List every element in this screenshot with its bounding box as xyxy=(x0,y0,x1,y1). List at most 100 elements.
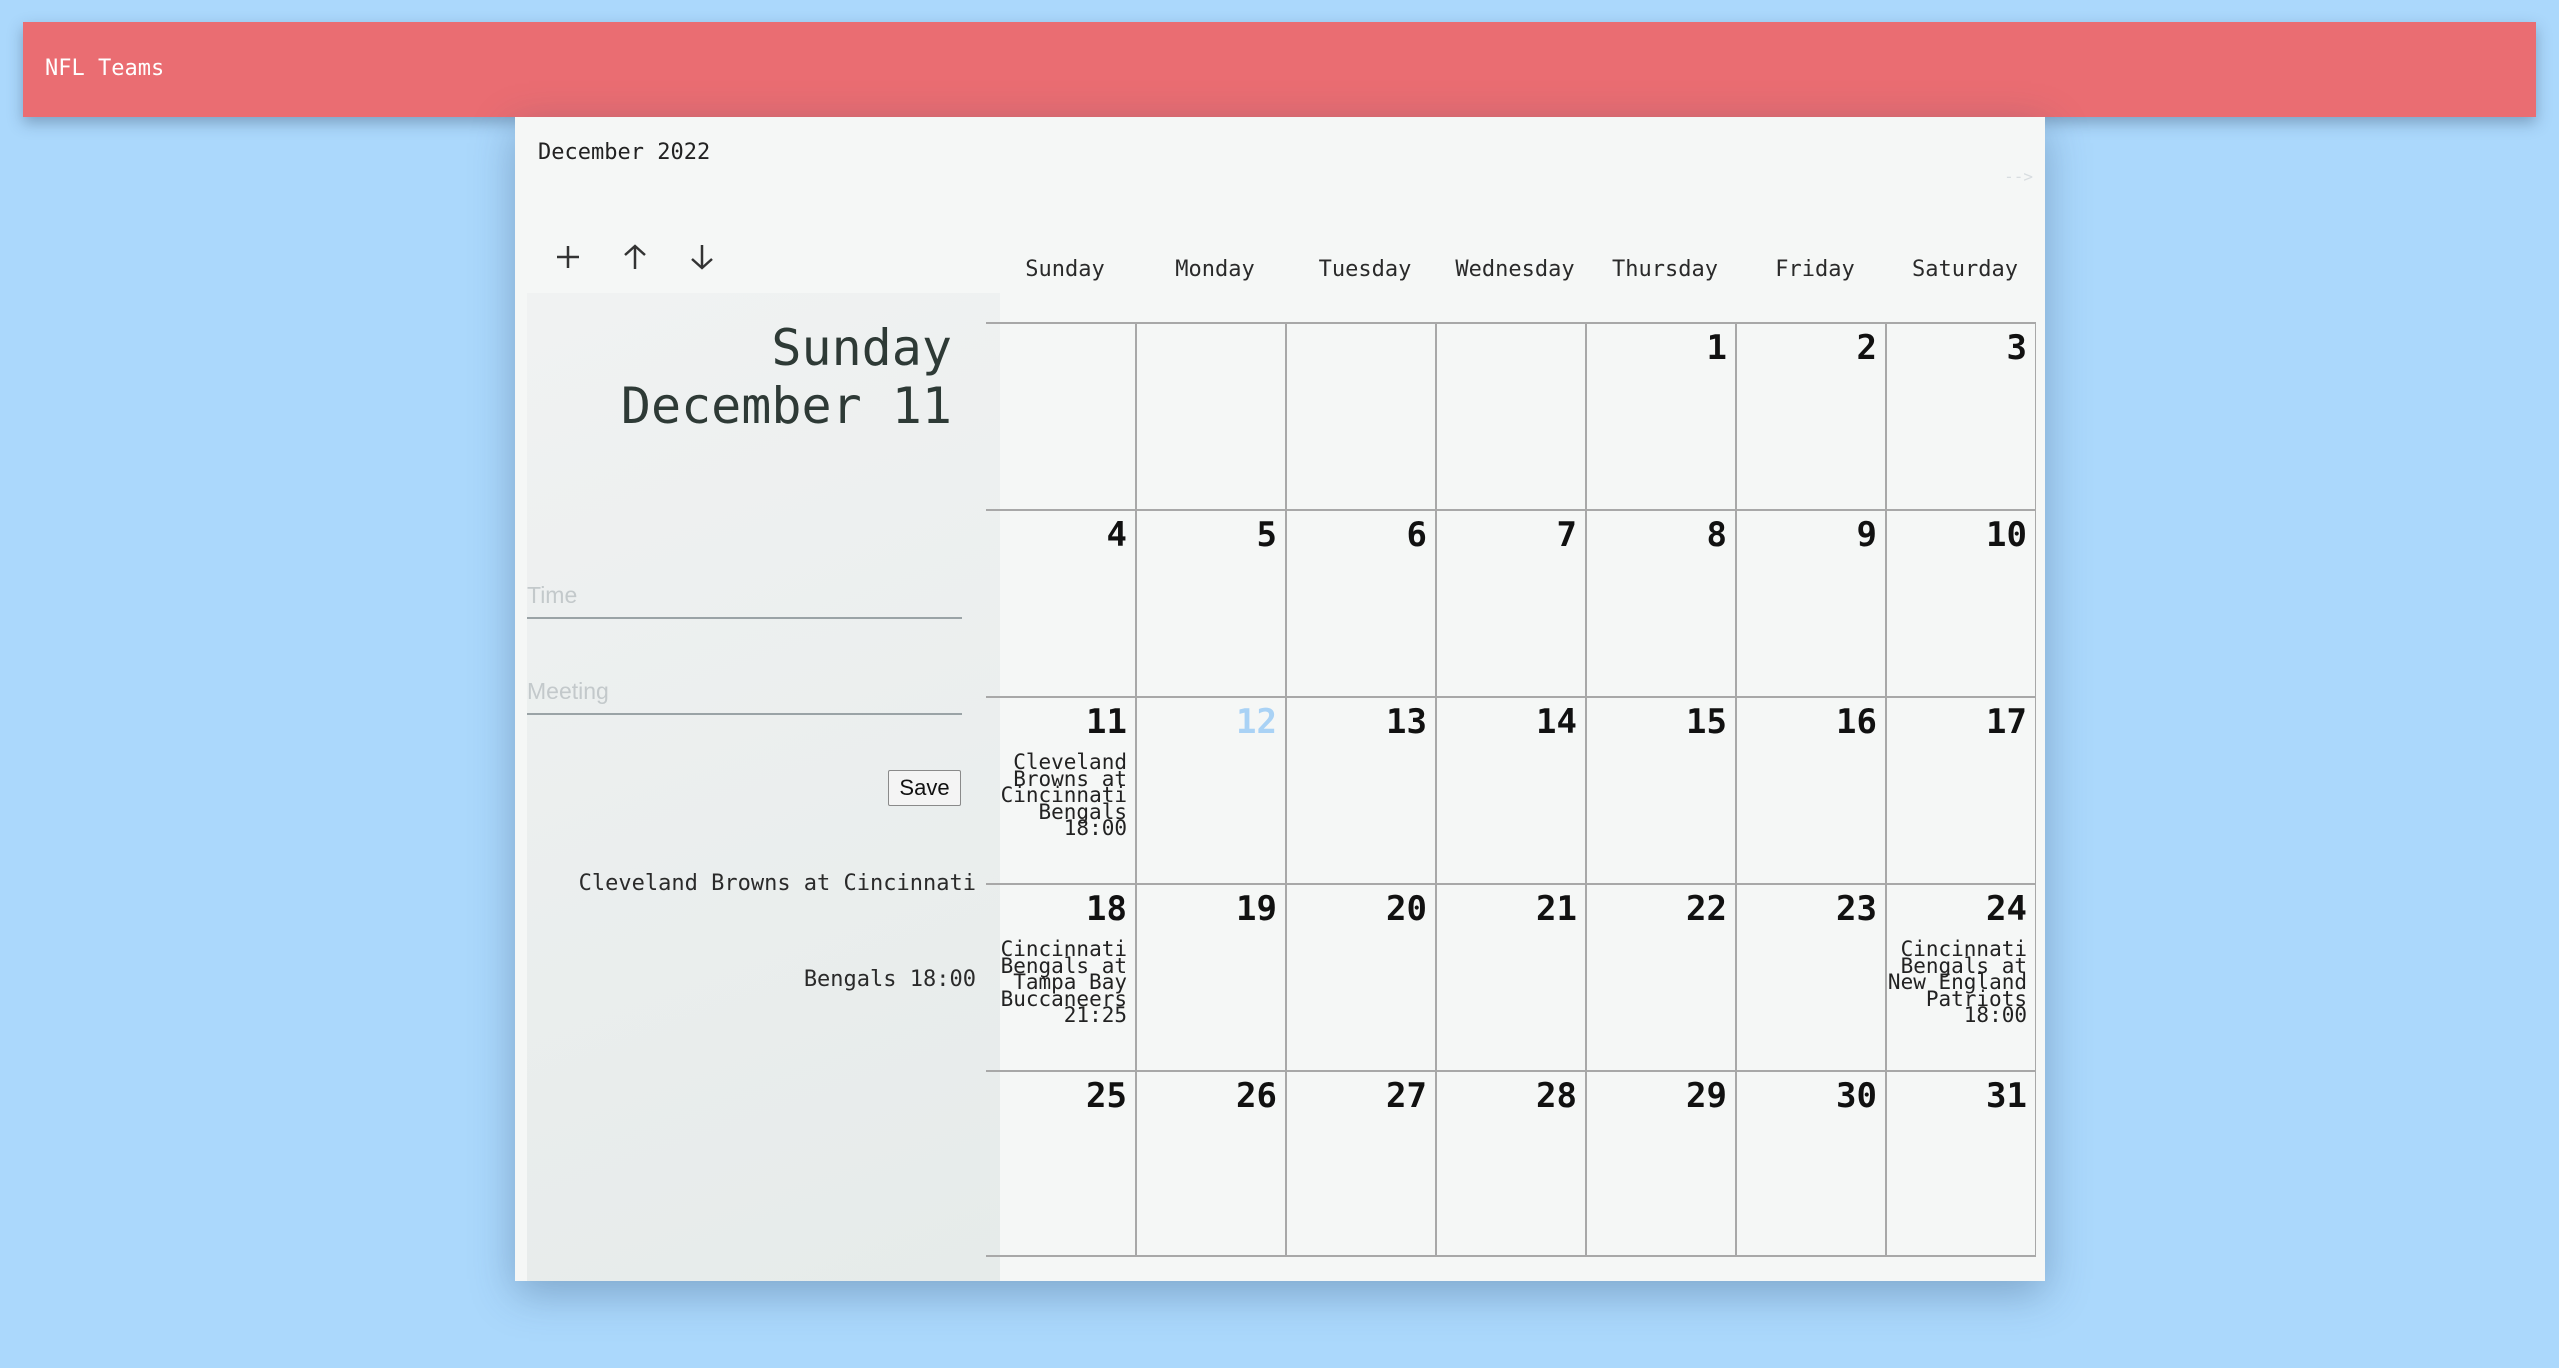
meeting-input[interactable] xyxy=(527,669,962,713)
calendar-day-cell[interactable] xyxy=(986,322,1135,509)
calendar-day-cell[interactable]: 5 xyxy=(1135,509,1285,696)
weekday-label: Monday xyxy=(1175,257,1255,282)
calendar-day-cell[interactable]: 28 xyxy=(1435,1070,1585,1257)
day-number: 28 xyxy=(1536,1076,1577,1116)
calendar-day-cell[interactable]: 17 xyxy=(1885,696,2035,883)
calendar-day-cell[interactable]: 15 xyxy=(1585,696,1735,883)
day-number: 7 xyxy=(1556,515,1577,555)
app-header: NFL Teams xyxy=(23,22,2536,117)
weekday-label: Friday xyxy=(1775,257,1855,282)
day-number: 19 xyxy=(1236,889,1277,929)
sidebar-event-line[interactable]: Cleveland Browns at Cincinnati xyxy=(579,871,976,896)
calendar-day-cell[interactable]: 2 xyxy=(1735,322,1885,509)
weekday-header: Sunday Monday Tuesday Wednesday Thursday… xyxy=(990,257,2040,282)
selected-weekday: Sunday xyxy=(771,319,952,377)
calendar-day-cell[interactable]: 21 xyxy=(1435,883,1585,1070)
calendar-day-cell[interactable]: 11 Cleveland Browns at Cincinnati Bengals… xyxy=(986,696,1135,883)
calendar-day-cell[interactable]: 23 xyxy=(1735,883,1885,1070)
selected-day-heading: Sunday December 11 xyxy=(621,319,952,435)
day-number: 29 xyxy=(1686,1076,1727,1116)
day-number: 27 xyxy=(1386,1076,1427,1116)
calendar-day-cell[interactable]: 8 xyxy=(1585,509,1735,696)
calendar-day-cell[interactable]: 4 xyxy=(986,509,1135,696)
calendar-event[interactable]: Cleveland Browns at Cincinnati Bengals 1… xyxy=(987,752,1127,839)
plus-icon xyxy=(557,246,579,268)
day-number: 4 xyxy=(1106,515,1127,555)
arrow-up-icon xyxy=(624,244,646,269)
weekday-label: Wednesday xyxy=(1455,257,1575,282)
move-up-button[interactable] xyxy=(622,237,689,277)
calendar-day-cell[interactable]: 6 xyxy=(1285,509,1435,696)
day-number: 3 xyxy=(2006,328,2027,368)
day-number: 17 xyxy=(1986,702,2027,742)
day-number: 23 xyxy=(1836,889,1877,929)
calendar-week-row: 1 2 3 xyxy=(986,322,2035,509)
calendar-day-cell[interactable]: 16 xyxy=(1735,696,1885,883)
save-button[interactable]: Save xyxy=(888,770,961,806)
calendar-day-cell[interactable]: 26 xyxy=(1135,1070,1285,1257)
calendar-day-cell[interactable] xyxy=(1285,322,1435,509)
day-number: 13 xyxy=(1386,702,1427,742)
calendar-day-cell[interactable]: 27 xyxy=(1285,1070,1435,1257)
day-number: 1 xyxy=(1706,328,1727,368)
calendar-grid: 1 2 3 4 5 6 7 8 9 10 11 Cleveland Browns at Cincinn… xyxy=(986,322,2036,1257)
add-event-button[interactable] xyxy=(555,237,622,277)
app-title: NFL Teams xyxy=(45,56,165,81)
calendar-week-row: 25 26 27 28 29 30 31 xyxy=(986,1070,2035,1257)
day-number: 15 xyxy=(1686,702,1727,742)
weekday-label: Sunday xyxy=(1025,257,1105,282)
calendar-day-cell[interactable]: 24 Cincinnati Bengals at New England Patr… xyxy=(1885,883,2035,1070)
today-day-number: 12 xyxy=(1236,702,1277,742)
day-number: 6 xyxy=(1406,515,1427,555)
meeting-field xyxy=(527,669,962,715)
day-number: 18 xyxy=(1086,889,1127,929)
calendar-day-cell[interactable]: 19 xyxy=(1135,883,1285,1070)
calendar-panel: December 2022 --> Sunday December 11 Tim… xyxy=(515,117,2045,1281)
weekday-label: Tuesday xyxy=(1318,257,1412,282)
calendar-event[interactable]: Cincinnati Bengals at New England Patrio… xyxy=(1887,939,2027,1026)
calendar-day-cell[interactable]: 14 xyxy=(1435,696,1585,883)
calendar-day-cell[interactable] xyxy=(1435,322,1585,509)
toolbar xyxy=(555,237,756,277)
day-number: 2 xyxy=(1856,328,1877,368)
day-detail-sidebar: Sunday December 11 Save Cleveland Browns… xyxy=(527,293,1000,1281)
day-number: 16 xyxy=(1836,702,1877,742)
day-number: 21 xyxy=(1536,889,1577,929)
day-number: 22 xyxy=(1686,889,1727,929)
calendar-day-cell[interactable]: 12 xyxy=(1135,696,1285,883)
day-number: 20 xyxy=(1386,889,1427,929)
calendar-day-cell[interactable]: 22 xyxy=(1585,883,1735,1070)
day-number: 24 xyxy=(1986,889,2027,929)
weekday-label: Thursday xyxy=(1612,257,1718,282)
weekday-label: Saturday xyxy=(1912,257,2018,282)
calendar-day-cell[interactable]: 9 xyxy=(1735,509,1885,696)
day-number: 8 xyxy=(1706,515,1727,555)
calendar-day-cell[interactable]: 1 xyxy=(1585,322,1735,509)
calendar-day-cell[interactable]: 20 xyxy=(1285,883,1435,1070)
calendar-day-cell[interactable]: 7 xyxy=(1435,509,1585,696)
day-number: 25 xyxy=(1086,1076,1127,1116)
calendar-event[interactable]: Cincinnati Bengals at Tampa Bay Buccanee… xyxy=(987,939,1127,1026)
arrow-down-icon xyxy=(691,245,713,270)
move-down-button[interactable] xyxy=(689,237,756,277)
calendar-day-cell[interactable]: 29 xyxy=(1585,1070,1735,1257)
day-number: 31 xyxy=(1986,1076,2027,1116)
time-field xyxy=(527,573,962,619)
calendar-day-cell[interactable]: 10 xyxy=(1885,509,2035,696)
day-number: 9 xyxy=(1856,515,1877,555)
calendar-day-cell[interactable]: 31 xyxy=(1885,1070,2035,1257)
sidebar-event-line[interactable]: Bengals 18:00 xyxy=(804,967,976,992)
time-input[interactable] xyxy=(527,573,962,617)
calendar-day-cell[interactable]: 13 xyxy=(1285,696,1435,883)
calendar-day-cell[interactable]: 18 Cincinnati Bengals at Tampa Bay Buccan… xyxy=(986,883,1135,1070)
day-number: 11 xyxy=(1086,702,1127,742)
calendar-day-cell[interactable] xyxy=(1135,322,1285,509)
next-month-button[interactable]: --> xyxy=(2004,167,2033,186)
calendar-week-row: 18 Cincinnati Bengals at Tampa Bay Buccan… xyxy=(986,883,2035,1070)
calendar-day-cell[interactable]: 25 xyxy=(986,1070,1135,1257)
calendar-day-cell[interactable]: 3 xyxy=(1885,322,2035,509)
calendar-day-cell[interactable]: 30 xyxy=(1735,1070,1885,1257)
day-number: 14 xyxy=(1536,702,1577,742)
selected-date: December 11 xyxy=(620,377,952,435)
calendar-week-row: 4 5 6 7 8 9 10 xyxy=(986,509,2035,696)
